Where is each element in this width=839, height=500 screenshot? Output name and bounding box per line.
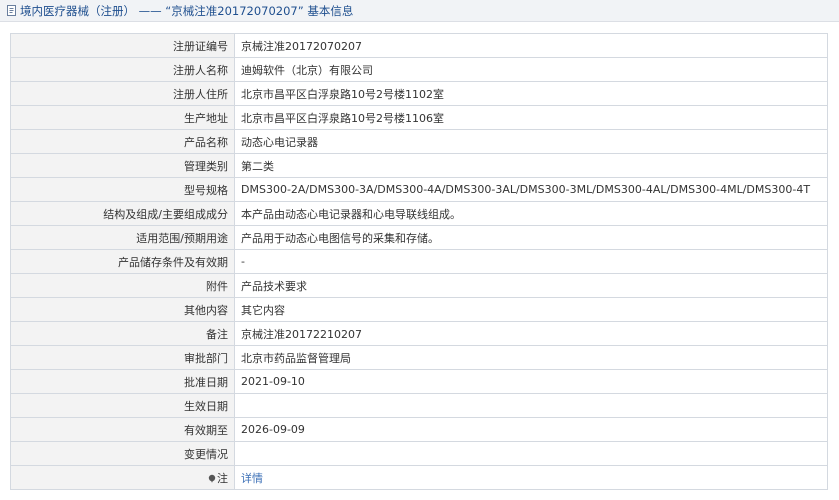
row-value: - (234, 249, 828, 274)
table-row: 产品名称 动态心电记录器 (10, 129, 828, 154)
row-label: 注册证编号 (10, 33, 235, 58)
table-row: 产品储存条件及有效期 - (10, 249, 828, 274)
row-label: 有效期至 (10, 417, 235, 442)
table-row: 其他内容 其它内容 (10, 297, 828, 322)
row-label: 结构及组成/主要组成成分 (10, 201, 235, 226)
row-value: 北京市昌平区白浮泉路10号2号楼1106室 (234, 105, 828, 130)
table-row: 审批部门 北京市药品监督管理局 (10, 345, 828, 370)
row-label: 其他内容 (10, 297, 235, 322)
note-label-cell: 注 (10, 465, 235, 490)
page-title: 境内医疗器械（注册） —— “京械注准20172070207” 基本信息 (20, 3, 354, 18)
row-label: 适用范围/预期用途 (10, 225, 235, 250)
table-row-note: 注 详情 (10, 465, 828, 490)
row-value: 京械注准20172210207 (234, 321, 828, 346)
row-label: 审批部门 (10, 345, 235, 370)
row-label: 变更情况 (10, 441, 235, 466)
detail-link[interactable]: 详情 (241, 472, 263, 485)
row-label: 生效日期 (10, 393, 235, 418)
document-icon (7, 5, 16, 16)
table-row: 批准日期 2021-09-10 (10, 369, 828, 394)
info-dot-icon (208, 474, 216, 483)
row-value: 迪姆软件（北京）有限公司 (234, 57, 828, 82)
row-label: 批准日期 (10, 369, 235, 394)
row-value: 产品用于动态心电图信号的采集和存储。 (234, 225, 828, 250)
row-value: 北京市昌平区白浮泉路10号2号楼1102室 (234, 81, 828, 106)
row-value: 北京市药品监督管理局 (234, 345, 828, 370)
table-row: 适用范围/预期用途 产品用于动态心电图信号的采集和存储。 (10, 225, 828, 250)
row-value: 京械注准20172070207 (234, 33, 828, 58)
table-row: 生产地址 北京市昌平区白浮泉路10号2号楼1106室 (10, 105, 828, 130)
row-value: 2021-09-10 (234, 369, 828, 394)
table-row: 型号规格 DMS300-2A/DMS300-3A/DMS300-4A/DMS30… (10, 177, 828, 202)
row-label: 型号规格 (10, 177, 235, 202)
row-label: 备注 (10, 321, 235, 346)
info-table: 注册证编号 京械注准20172070207 注册人名称 迪姆软件（北京）有限公司… (10, 33, 828, 490)
row-value: 动态心电记录器 (234, 129, 828, 154)
note-label: 注 (217, 471, 228, 485)
row-value: 其它内容 (234, 297, 828, 322)
row-label: 注册人住所 (10, 81, 235, 106)
row-value: 本产品由动态心电记录器和心电导联线组成。 (234, 201, 828, 226)
table-row: 注册人名称 迪姆软件（北京）有限公司 (10, 57, 828, 82)
table-row: 结构及组成/主要组成成分 本产品由动态心电记录器和心电导联线组成。 (10, 201, 828, 226)
row-label: 产品储存条件及有效期 (10, 249, 235, 274)
table-row: 变更情况 (10, 441, 828, 466)
row-label: 生产地址 (10, 105, 235, 130)
table-row: 有效期至 2026-09-09 (10, 417, 828, 442)
row-label: 管理类别 (10, 153, 235, 178)
row-value (234, 393, 828, 418)
row-label: 注册人名称 (10, 57, 235, 82)
table-row: 生效日期 (10, 393, 828, 418)
table-row: 附件 产品技术要求 (10, 273, 828, 298)
row-value (234, 441, 828, 466)
row-label: 产品名称 (10, 129, 235, 154)
row-value: 第二类 (234, 153, 828, 178)
row-label: 附件 (10, 273, 235, 298)
page-title-bar: 境内医疗器械（注册） —— “京械注准20172070207” 基本信息 (0, 0, 839, 22)
note-value-cell: 详情 (234, 465, 828, 490)
row-value: 2026-09-09 (234, 417, 828, 442)
row-value: DMS300-2A/DMS300-3A/DMS300-4A/DMS300-3AL… (234, 177, 828, 202)
table-row: 备注 京械注准20172210207 (10, 321, 828, 346)
table-row: 注册证编号 京械注准20172070207 (10, 33, 828, 58)
info-table-container: 注册证编号 京械注准20172070207 注册人名称 迪姆软件（北京）有限公司… (10, 33, 828, 490)
table-row: 注册人住所 北京市昌平区白浮泉路10号2号楼1102室 (10, 81, 828, 106)
table-row: 管理类别 第二类 (10, 153, 828, 178)
row-value: 产品技术要求 (234, 273, 828, 298)
